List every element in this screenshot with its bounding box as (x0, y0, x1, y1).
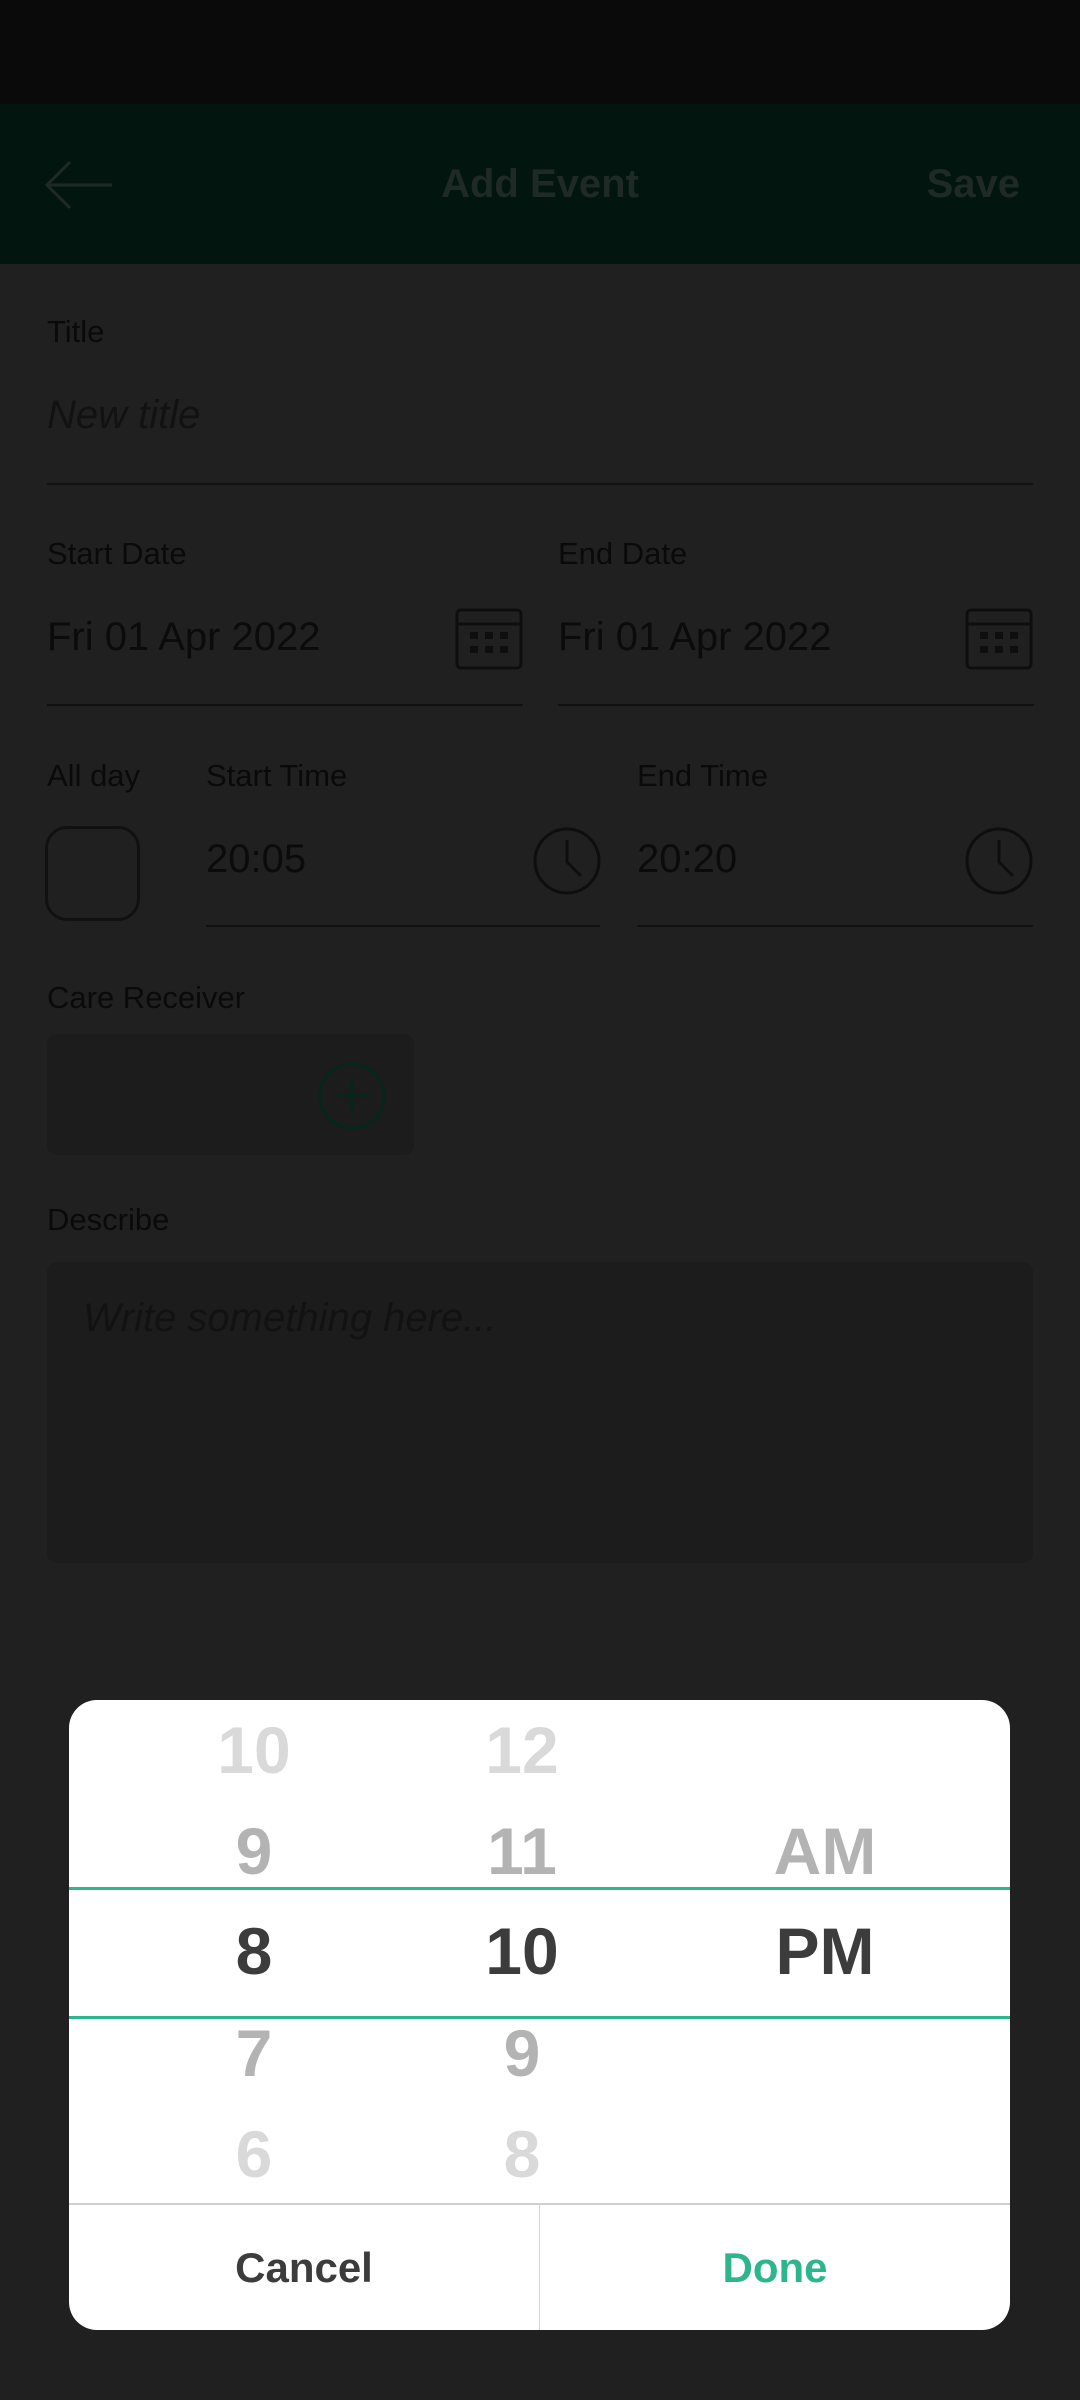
end-time-field[interactable]: 20:20 (637, 837, 737, 882)
divider (637, 925, 1033, 927)
divider (558, 704, 1034, 706)
am-option[interactable]: AM (725, 1811, 925, 1891)
all-day-checkbox[interactable] (45, 826, 140, 921)
calendar-icon[interactable] (454, 602, 524, 672)
start-date-label: Start Date (47, 536, 187, 571)
describe-label: Describe (47, 1202, 170, 1237)
describe-placeholder: Write something here... (83, 1296, 497, 1340)
minute-option[interactable]: 11 (422, 1811, 622, 1891)
page-title: Add Event (441, 162, 639, 206)
clock-icon[interactable] (964, 826, 1034, 896)
describe-textarea[interactable]: Write something here... (47, 1262, 1033, 1563)
start-time-label: Start Time (206, 758, 348, 793)
minute-selected[interactable]: 10 (422, 1911, 622, 1991)
divider (47, 704, 523, 706)
title-label: Title (47, 314, 105, 349)
end-date-label: End Date (558, 536, 688, 571)
hour-selected[interactable]: 8 (154, 1911, 354, 1991)
divider (206, 925, 600, 927)
divider (47, 483, 1033, 485)
minute-option[interactable]: 8 (422, 2114, 622, 2194)
end-date-field[interactable]: Fri 01 Apr 2022 (558, 615, 832, 660)
calendar-icon[interactable] (964, 602, 1034, 672)
start-time-field[interactable]: 20:05 (206, 837, 306, 882)
minute-option[interactable]: 12 (422, 1710, 622, 1790)
hour-option[interactable]: 7 (154, 2013, 354, 2093)
title-input[interactable]: New title (47, 393, 200, 438)
app-header: Add Event Save (0, 104, 1080, 264)
cancel-button[interactable]: Cancel (69, 2205, 539, 2330)
save-button[interactable]: Save (927, 162, 1020, 207)
pm-selected[interactable]: PM (725, 1911, 925, 1991)
time-picker-dialog: 10 9 8 7 6 12 11 10 9 8 AM PM Cancel Don… (69, 1700, 1010, 2330)
hour-option[interactable]: 10 (154, 1710, 354, 1790)
done-button[interactable]: Done (540, 2205, 1010, 2330)
add-circle-icon[interactable] (317, 1061, 387, 1131)
clock-icon[interactable] (532, 826, 602, 896)
status-bar (0, 0, 1080, 104)
all-day-label: All day (47, 758, 141, 793)
hour-option[interactable]: 9 (154, 1811, 354, 1891)
care-receiver-label: Care Receiver (47, 980, 246, 1015)
end-time-label: End Time (637, 758, 768, 793)
minute-option[interactable]: 9 (422, 2013, 622, 2093)
hour-option[interactable]: 6 (154, 2114, 354, 2194)
start-date-field[interactable]: Fri 01 Apr 2022 (47, 615, 321, 660)
back-arrow-icon[interactable] (44, 160, 114, 210)
